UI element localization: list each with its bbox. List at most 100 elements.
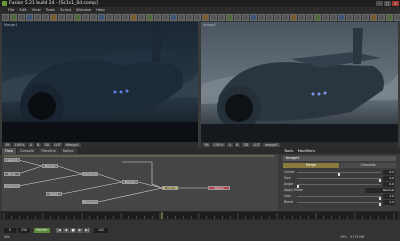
tool-button-icon[interactable]	[386, 14, 393, 21]
param-value[interactable]: 1.0	[383, 194, 395, 199]
tool-button-icon[interactable]	[354, 14, 361, 21]
left-a-button[interactable]: A	[28, 142, 34, 148]
flow-node[interactable]: Merge2	[122, 180, 138, 184]
stop-button[interactable]: ■	[70, 228, 76, 233]
right-viewer[interactable]: Image2	[201, 22, 398, 142]
flow-node[interactable]: Merge3	[162, 186, 178, 190]
go-to-start-button[interactable]: |◀	[56, 228, 62, 233]
tool-button-icon[interactable]	[298, 14, 305, 21]
left-b-button[interactable]: B	[35, 142, 41, 148]
tool-button-icon[interactable]	[42, 14, 49, 21]
maximize-button[interactable]: □	[384, 1, 391, 6]
apply-mode-select[interactable]: Normal	[365, 188, 395, 193]
tool-button-icon[interactable]	[90, 14, 97, 21]
inspector-tool-name[interactable]: Image2	[283, 156, 396, 161]
right-lut-button[interactable]: LUT	[251, 142, 262, 148]
flow-node[interactable]: Loader1	[4, 158, 20, 162]
render-button[interactable]: Render	[34, 228, 50, 233]
left-zoom-button[interactable]: 100%	[13, 142, 27, 148]
tool-button-icon[interactable]	[82, 14, 89, 21]
param-value[interactable]: 1.0	[383, 176, 395, 181]
flow-node[interactable]: Transform1	[82, 172, 98, 176]
tool-button-icon[interactable]	[290, 14, 297, 21]
right-zoom-button[interactable]: 100%	[212, 142, 226, 148]
tool-button-icon[interactable]	[242, 14, 249, 21]
go-to-end-button[interactable]: ▶|	[84, 228, 90, 233]
right-fit-button[interactable]: Fit	[203, 142, 211, 148]
tool-button-icon[interactable]	[66, 14, 73, 21]
param-slider[interactable]	[297, 202, 381, 206]
tool-button-icon[interactable]	[10, 14, 17, 21]
tool-button-icon[interactable]	[50, 14, 57, 21]
flow-node[interactable]: Background1	[82, 200, 98, 204]
tool-button-icon[interactable]	[202, 14, 209, 21]
flow-node[interactable]: Mask1	[46, 192, 62, 196]
left-viewer[interactable]: Merge1	[2, 22, 198, 142]
tool-button-icon[interactable]	[170, 14, 177, 21]
tool-button-icon[interactable]	[138, 14, 145, 21]
param-slider[interactable]	[297, 178, 381, 182]
tool-button-icon[interactable]	[154, 14, 161, 21]
tool-button-icon[interactable]	[250, 14, 257, 21]
tool-button-icon[interactable]	[394, 14, 400, 21]
inspector-channels-tab[interactable]: Channels	[340, 163, 396, 168]
flow-node[interactable]: Saver1	[208, 186, 230, 190]
tool-button-icon[interactable]	[226, 14, 233, 21]
flow-node[interactable]: Merge1	[42, 164, 58, 168]
right-view-selector[interactable]: Image2	[263, 142, 280, 148]
flow-node[interactable]: Blur1	[4, 172, 20, 176]
right-3d-button[interactable]: 3D	[241, 142, 250, 148]
tool-button-icon[interactable]	[98, 14, 105, 21]
tool-button-icon[interactable]	[122, 14, 129, 21]
tool-button-icon[interactable]	[186, 14, 193, 21]
tool-button-icon[interactable]	[370, 14, 377, 21]
minimize-button[interactable]: –	[376, 1, 383, 6]
tool-button-icon[interactable]	[306, 14, 313, 21]
tool-button-icon[interactable]	[266, 14, 273, 21]
flow-node[interactable]: ColorCorrector1	[4, 184, 20, 188]
tool-button-icon[interactable]	[34, 14, 41, 21]
current-frame-field[interactable]: 102	[94, 228, 108, 233]
param-value[interactable]: 0.0	[383, 182, 395, 187]
tool-button-icon[interactable]	[2, 14, 9, 21]
left-lut-button[interactable]: LUT	[52, 142, 63, 148]
play-reverse-button[interactable]: ◀	[63, 228, 69, 233]
tool-button-icon[interactable]	[210, 14, 217, 21]
param-value[interactable]: 0.5	[383, 170, 395, 175]
tool-button-icon[interactable]	[178, 14, 185, 21]
tool-button-icon[interactable]	[194, 14, 201, 21]
close-button[interactable]: ×	[392, 1, 399, 6]
tool-button-icon[interactable]	[378, 14, 385, 21]
tool-button-icon[interactable]	[338, 14, 345, 21]
param-slider[interactable]	[297, 196, 381, 200]
inspector-merge-tab[interactable]: Merge	[283, 163, 339, 168]
play-button[interactable]: ▶	[77, 228, 83, 233]
param-slider[interactable]	[297, 172, 381, 176]
param-value[interactable]: 1.0	[383, 200, 395, 205]
end-frame-field[interactable]: 250	[18, 228, 30, 233]
tool-button-icon[interactable]	[258, 14, 265, 21]
tool-button-icon[interactable]	[74, 14, 81, 21]
tool-button-icon[interactable]	[130, 14, 137, 21]
flow-editor[interactable]: Loader1 Merge1 Blur1 Transform1 ColorCor…	[2, 154, 278, 211]
tool-button-icon[interactable]	[58, 14, 65, 21]
right-a-button[interactable]: A	[227, 142, 233, 148]
param-slider[interactable]	[297, 184, 381, 188]
tool-button-icon[interactable]	[314, 14, 321, 21]
tool-button-icon[interactable]	[218, 14, 225, 21]
tool-button-icon[interactable]	[346, 14, 353, 21]
tool-button-icon[interactable]	[274, 14, 281, 21]
tool-button-icon[interactable]	[282, 14, 289, 21]
tool-button-icon[interactable]	[162, 14, 169, 21]
left-fit-button[interactable]: Fit	[4, 142, 12, 148]
tool-button-icon[interactable]	[18, 14, 25, 21]
time-ruler[interactable]	[2, 212, 398, 219]
start-frame-field[interactable]: 0	[4, 228, 16, 233]
left-view-selector[interactable]: Merge1	[64, 142, 81, 148]
tool-button-icon[interactable]	[362, 14, 369, 21]
tool-button-icon[interactable]	[106, 14, 113, 21]
inspector-tab-tools[interactable]: Tools	[281, 148, 293, 153]
tool-button-icon[interactable]	[114, 14, 121, 21]
inspector-tab-modifiers[interactable]: Modifiers	[295, 148, 315, 153]
tool-button-icon[interactable]	[322, 14, 329, 21]
